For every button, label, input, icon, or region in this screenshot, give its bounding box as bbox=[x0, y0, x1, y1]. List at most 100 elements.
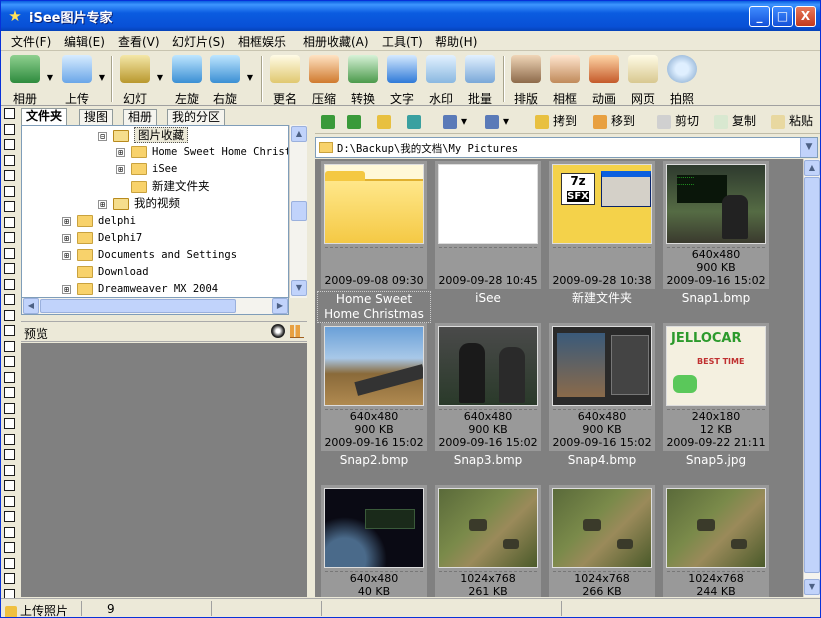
strip-checkbox[interactable] bbox=[4, 387, 15, 398]
scroll-thumb[interactable] bbox=[804, 177, 820, 573]
strip-checkbox[interactable] bbox=[4, 495, 15, 507]
tree-node-home-sweet-home[interactable]: ⊞ Home Sweet Home Christmas bbox=[116, 144, 288, 160]
tree-node-new-folder[interactable]: 新建文件夹 bbox=[131, 178, 210, 194]
strip-checkbox[interactable] bbox=[4, 201, 15, 212]
rotate-left-button[interactable]: 左旋 bbox=[167, 55, 207, 106]
strip-checkbox[interactable] bbox=[4, 185, 15, 197]
thumbnail-item[interactable]: 1024x768 266 KB bbox=[545, 483, 659, 597]
album-button[interactable]: 相册 ▼ bbox=[5, 55, 53, 106]
tree-horizontal-scrollbar[interactable]: ◀ ▶ bbox=[21, 298, 289, 315]
menu-help[interactable]: 帮助(H) bbox=[435, 33, 477, 50]
thumbnail-item[interactable]: 1024x768 261 KB bbox=[431, 483, 545, 597]
back-arrow-icon[interactable] bbox=[321, 112, 339, 130]
text-button[interactable]: 文字 bbox=[382, 55, 422, 106]
expand-toggle-icon[interactable]: ⊞ bbox=[98, 199, 107, 209]
tab-folders[interactable]: 文件夹 bbox=[21, 108, 68, 126]
sort-view-icon[interactable]: ▾ bbox=[485, 112, 509, 130]
upload-dropdown-icon[interactable]: ▼ bbox=[99, 73, 105, 82]
scroll-left-arrow-icon[interactable]: ◀ bbox=[23, 298, 39, 314]
strip-checkbox[interactable] bbox=[4, 278, 15, 290]
thumbnail-view-icon[interactable]: ▾ bbox=[443, 112, 467, 130]
watermark-button[interactable]: 水印 bbox=[421, 55, 461, 106]
strip-checkbox[interactable] bbox=[4, 216, 15, 228]
expand-toggle-icon[interactable]: ⊞ bbox=[62, 284, 71, 294]
thumbnail-item[interactable]: JELLOCAR BEST TIME 240x180 12 KB 2009-09-22… bbox=[659, 321, 773, 483]
tab-albums[interactable]: 相册 bbox=[123, 109, 158, 125]
minimize-button[interactable]: _ bbox=[749, 6, 770, 27]
strip-checkbox[interactable] bbox=[4, 356, 15, 367]
qq-icon[interactable] bbox=[271, 324, 285, 338]
rotate-right-button[interactable]: 右旋 ▼ bbox=[205, 55, 253, 106]
path-dropdown-icon[interactable]: ▼ bbox=[800, 138, 817, 157]
layout-button[interactable]: 排版 bbox=[506, 55, 546, 106]
scroll-up-arrow-icon[interactable]: ▲ bbox=[291, 126, 307, 142]
tree-node-documents-settings[interactable]: ⊞ Documents and Settings bbox=[62, 247, 237, 263]
thumbnail-item[interactable]: 640x480 900 KB 2009-09-16 15:02 Snap4.bmp bbox=[545, 321, 659, 483]
strip-checkbox[interactable] bbox=[4, 325, 15, 336]
tab-my-partitions[interactable]: 我的分区 bbox=[167, 109, 226, 125]
title-bar[interactable]: ★ iSee图片专家 _ □ X bbox=[1, 1, 820, 31]
album-dropdown-icon[interactable]: ▼ bbox=[47, 73, 53, 82]
compress-button[interactable]: 压缩 bbox=[304, 55, 344, 106]
menu-slideshow[interactable]: 幻灯片(S) bbox=[172, 33, 225, 50]
upload-photos-button[interactable]: 上传照片 bbox=[5, 602, 68, 617]
tree-node-picture-favorites[interactable]: ⊟ 图片收藏 bbox=[98, 127, 188, 143]
strip-checkbox[interactable] bbox=[4, 263, 15, 274]
close-button[interactable]: X bbox=[795, 6, 816, 27]
batch-button[interactable]: 批量 bbox=[460, 55, 500, 106]
thumbnail-item[interactable]: 2009-09-08 09:30 Home Sweet Home Christm… bbox=[317, 159, 431, 323]
strip-checkbox[interactable] bbox=[4, 340, 15, 352]
scroll-right-arrow-icon[interactable]: ▶ bbox=[272, 298, 288, 314]
thumbnail-item[interactable]: ········· ········· 640x480 900 KB 2009-09-… bbox=[659, 159, 773, 321]
tree-node-dreamweaver[interactable]: ⊞ Dreamweaver MX 2004 bbox=[62, 281, 218, 297]
histogram-icon[interactable] bbox=[290, 325, 304, 338]
grid-vertical-scrollbar[interactable]: ▲ ▼ bbox=[803, 159, 820, 597]
thumbnail-item[interactable]: 640x480 900 KB 2009-09-16 15:02 Snap3.bmp bbox=[431, 321, 545, 483]
up-folder-icon[interactable] bbox=[377, 112, 395, 130]
convert-button[interactable]: 转换 bbox=[343, 55, 383, 106]
upload-button[interactable]: 上传 ▼ bbox=[57, 55, 105, 106]
expand-toggle-icon[interactable]: ⊞ bbox=[116, 147, 125, 157]
folder-tree[interactable]: ⊟ 图片收藏 ⊞ Home Sweet Home Christmas ⊞ iSee 新… bbox=[21, 125, 289, 298]
strip-checkbox[interactable] bbox=[4, 402, 15, 414]
thumbnail-item[interactable]: 1024x768 244 KB bbox=[659, 483, 773, 597]
strip-checkbox[interactable] bbox=[4, 418, 15, 429]
strip-checkbox[interactable] bbox=[4, 247, 15, 259]
menu-tools[interactable]: 工具(T) bbox=[382, 33, 423, 50]
tree-node-delphi[interactable]: ⊞ delphi bbox=[62, 213, 136, 229]
scroll-up-arrow-icon[interactable]: ▲ bbox=[804, 160, 820, 176]
slideshow-dropdown-icon[interactable]: ▼ bbox=[157, 73, 163, 82]
strip-checkbox[interactable] bbox=[4, 309, 15, 321]
slideshow-button[interactable]: 幻灯 ▼ bbox=[115, 55, 163, 106]
tree-vertical-scrollbar[interactable]: ▲ ▼ bbox=[289, 125, 307, 298]
menu-frame-fun[interactable]: 相框娱乐 bbox=[238, 33, 286, 50]
strip-checkbox[interactable] bbox=[4, 294, 15, 305]
strip-checkbox[interactable] bbox=[4, 154, 15, 166]
strip-checkbox[interactable] bbox=[4, 108, 15, 119]
strip-checkbox[interactable] bbox=[4, 526, 15, 538]
thumbnail-item[interactable]: 7z SFX 2009-09-28 10:38 新建文件夹 bbox=[545, 159, 659, 321]
strip-checkbox[interactable] bbox=[4, 464, 15, 476]
expand-toggle-icon[interactable]: ⊞ bbox=[62, 216, 71, 226]
tree-node-download[interactable]: Download bbox=[77, 264, 149, 280]
thumbnail-item[interactable]: 640x480 40 KB bbox=[317, 483, 431, 597]
copy-button[interactable]: 复制 bbox=[714, 112, 756, 130]
strip-checkbox[interactable] bbox=[4, 232, 15, 243]
strip-checkbox[interactable] bbox=[4, 573, 15, 584]
photo-button[interactable]: 拍照 bbox=[662, 55, 702, 106]
path-combobox[interactable]: D:\Backup\我的文档\My Pictures ▼ bbox=[315, 137, 818, 158]
scroll-down-arrow-icon[interactable]: ▼ bbox=[291, 280, 307, 296]
move-to-button[interactable]: 移到 bbox=[593, 112, 635, 130]
rotate-dropdown-icon[interactable]: ▼ bbox=[247, 73, 253, 82]
menu-file[interactable]: 文件(F) bbox=[11, 33, 51, 50]
strip-checkbox[interactable] bbox=[4, 511, 15, 522]
strip-checkbox[interactable] bbox=[4, 170, 15, 181]
tree-node-delphi7[interactable]: ⊞ Delphi7 bbox=[62, 230, 142, 246]
menu-view[interactable]: 查看(V) bbox=[118, 33, 160, 50]
frame-button[interactable]: 相框 bbox=[545, 55, 585, 106]
strip-checkbox[interactable] bbox=[4, 123, 15, 135]
scroll-down-arrow-icon[interactable]: ▼ bbox=[804, 579, 820, 595]
strip-checkbox[interactable] bbox=[4, 139, 15, 150]
scroll-thumb[interactable] bbox=[40, 299, 236, 313]
thumbnail-item[interactable]: 640x480 900 KB 2009-09-16 15:02 Snap2.bmp bbox=[317, 321, 431, 483]
